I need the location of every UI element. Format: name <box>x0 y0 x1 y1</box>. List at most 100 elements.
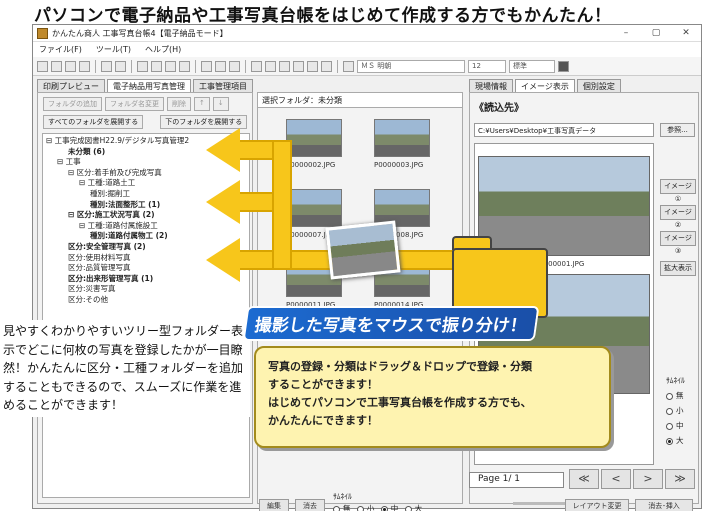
tree-description: 見やすくわかりやすいツリー型フォルダー表示でどこに何枚の写真を登録したかが一目瞭… <box>0 320 250 417</box>
zoom-in-icon[interactable] <box>137 60 148 72</box>
close-icon[interactable]: ✕ <box>671 28 701 38</box>
callout-line: はじめてパソコンで工事写真台帳を作成する方でも、 <box>268 396 532 409</box>
paste-icon[interactable] <box>115 60 126 72</box>
radio-label: 中 <box>676 421 684 430</box>
new-file-icon[interactable] <box>37 60 48 72</box>
folder-buttons: フォルダの追加 フォルダ名変更 削除 ↑ ↓ <box>38 93 252 115</box>
prev-page-button[interactable]: < <box>601 469 631 489</box>
copy-icon[interactable] <box>101 60 112 72</box>
menu-help[interactable]: ヘルプ(H) <box>145 44 181 55</box>
app-icon <box>37 27 48 39</box>
last-page-button[interactable]: ≫ <box>665 469 695 489</box>
menu-file[interactable]: ファイル(F) <box>39 44 82 55</box>
number-icon[interactable] <box>215 60 226 72</box>
callout-line: かんたんにできます！ <box>268 414 378 427</box>
zoom-button[interactable]: 拡大表示 <box>660 261 696 276</box>
printer-setup-icon[interactable] <box>179 60 190 72</box>
rename-folder-button[interactable]: フォルダ名変更 <box>105 97 164 111</box>
delete-folder-button[interactable]: 削除 <box>167 97 191 111</box>
color-icon[interactable] <box>558 60 569 72</box>
menu-bar: ファイル(F) ツール(T) ヘルプ(H) <box>33 42 701 57</box>
tab-image-display[interactable]: イメージ表示 <box>515 79 575 93</box>
radio-small[interactable]: 小 <box>666 403 685 418</box>
right-thumbnail-size: ｻﾑﾈｲﾙ 無 小 中 大 <box>666 373 685 448</box>
edit-button[interactable]: 編集 <box>259 499 289 511</box>
radio-icon[interactable] <box>666 437 673 445</box>
radio-icon[interactable] <box>356 505 364 511</box>
radio-large[interactable]: 大 <box>666 433 685 448</box>
save-icon[interactable] <box>65 60 76 72</box>
font-size-select[interactable]: 12 <box>468 59 506 73</box>
tab-photo-management[interactable]: 電子納品用写真管理 <box>107 79 191 93</box>
radio-label: 大 <box>414 504 423 511</box>
next-page-button[interactable]: > <box>633 469 663 489</box>
font-select[interactable]: ＭＳ 明朝 <box>357 59 465 73</box>
callout-line: 写真の登録・分類はドラッグ＆ドロップで登録・分類 <box>268 360 532 373</box>
move-up-button[interactable]: ↑ <box>194 97 210 111</box>
radio-icon[interactable] <box>404 505 412 511</box>
tree-node[interactable]: 区分:災害写真 <box>46 284 246 295</box>
zoom-out-icon[interactable] <box>151 60 162 72</box>
radio-label: 小 <box>366 504 375 511</box>
middle-thumbnail-size: 無 小 中 大 <box>333 503 422 511</box>
photo-thumbnail[interactable] <box>286 189 342 227</box>
radio-icon[interactable] <box>666 407 673 415</box>
tab-site-info[interactable]: 現場情報 <box>469 79 513 93</box>
radio-icon[interactable] <box>666 392 673 400</box>
radio-label: 小 <box>676 406 684 415</box>
arrow-head-icon <box>206 128 240 172</box>
source-path-field[interactable]: C:¥Users¥Desktop¥工事写真データ <box>474 123 654 137</box>
swap-icon[interactable] <box>343 60 354 72</box>
first-page-button[interactable]: ≪ <box>569 469 599 489</box>
radio-medium[interactable]: 中 <box>666 418 685 433</box>
window-title: かんたん商人 工事写真台帳4【電子納品モード】 <box>52 28 228 38</box>
radio-none[interactable]: 無 <box>666 388 685 403</box>
tab-construction-items[interactable]: 工事管理項目 <box>193 79 253 93</box>
menu-tools[interactable]: ツール(T) <box>96 44 131 55</box>
toolbar-separator <box>337 59 338 73</box>
minimize-icon[interactable]: – <box>611 28 641 38</box>
next-page-icon[interactable] <box>307 60 318 72</box>
browse-button[interactable]: 参照... <box>660 123 695 137</box>
tree-node[interactable]: 区分:その他 <box>46 295 246 306</box>
add-folder-button[interactable]: フォルダの追加 <box>43 97 102 111</box>
radio-label: 大 <box>676 436 684 445</box>
image-1-button[interactable]: イメージ① <box>660 179 696 203</box>
toolbar-separator <box>95 59 96 73</box>
image-3-button[interactable]: イメージ③ <box>660 231 696 255</box>
pdf-icon[interactable] <box>79 60 90 72</box>
maximize-icon[interactable]: ▢ <box>641 28 671 38</box>
layout-change-button[interactable]: レイアウト変更 <box>565 499 629 511</box>
radio-icon[interactable] <box>666 422 673 430</box>
toolbar-separator <box>195 59 196 73</box>
pencil-icon[interactable] <box>201 60 212 72</box>
arrow-head-icon <box>206 180 240 224</box>
prev-icon[interactable] <box>279 60 290 72</box>
prev-page-icon[interactable] <box>265 60 276 72</box>
photo-thumbnail[interactable] <box>286 119 342 157</box>
delete-insert-button[interactable]: 消去･挿入 <box>635 499 693 511</box>
photo-thumbnail[interactable] <box>374 119 430 157</box>
arrow-head-icon <box>206 238 240 282</box>
style-select[interactable]: 標準 <box>509 59 555 73</box>
expand-below-button[interactable]: 下のフォルダを展開する <box>160 115 248 129</box>
expand-all-button[interactable]: すべてのフォルダを展開する <box>43 115 144 129</box>
thumbnail-label: P0000003.JPG <box>374 161 424 169</box>
preview-photo[interactable] <box>478 156 650 256</box>
first-page-icon[interactable] <box>251 60 262 72</box>
selected-folder-label: 選択フォルダ：未分類 <box>258 93 462 108</box>
tab-individual-settings[interactable]: 個別設定 <box>576 79 621 93</box>
tab-print-preview[interactable]: 印刷プレビュー <box>37 79 105 93</box>
image-2-button[interactable]: イメージ② <box>660 205 696 229</box>
radio-icon[interactable] <box>333 505 340 511</box>
radio-icon[interactable] <box>380 505 388 511</box>
right-tabs: 現場情報 イメージ表示 個別設定 <box>469 79 621 93</box>
move-down-button[interactable]: ↓ <box>212 97 229 111</box>
last-page-icon[interactable] <box>321 60 332 72</box>
open-folder-icon[interactable] <box>51 60 62 72</box>
text-icon[interactable] <box>229 60 240 72</box>
delete-button[interactable]: 消去 <box>295 499 325 511</box>
next-icon[interactable] <box>293 60 304 72</box>
print-icon[interactable] <box>165 60 176 72</box>
window-controls: – ▢ ✕ <box>611 28 701 38</box>
